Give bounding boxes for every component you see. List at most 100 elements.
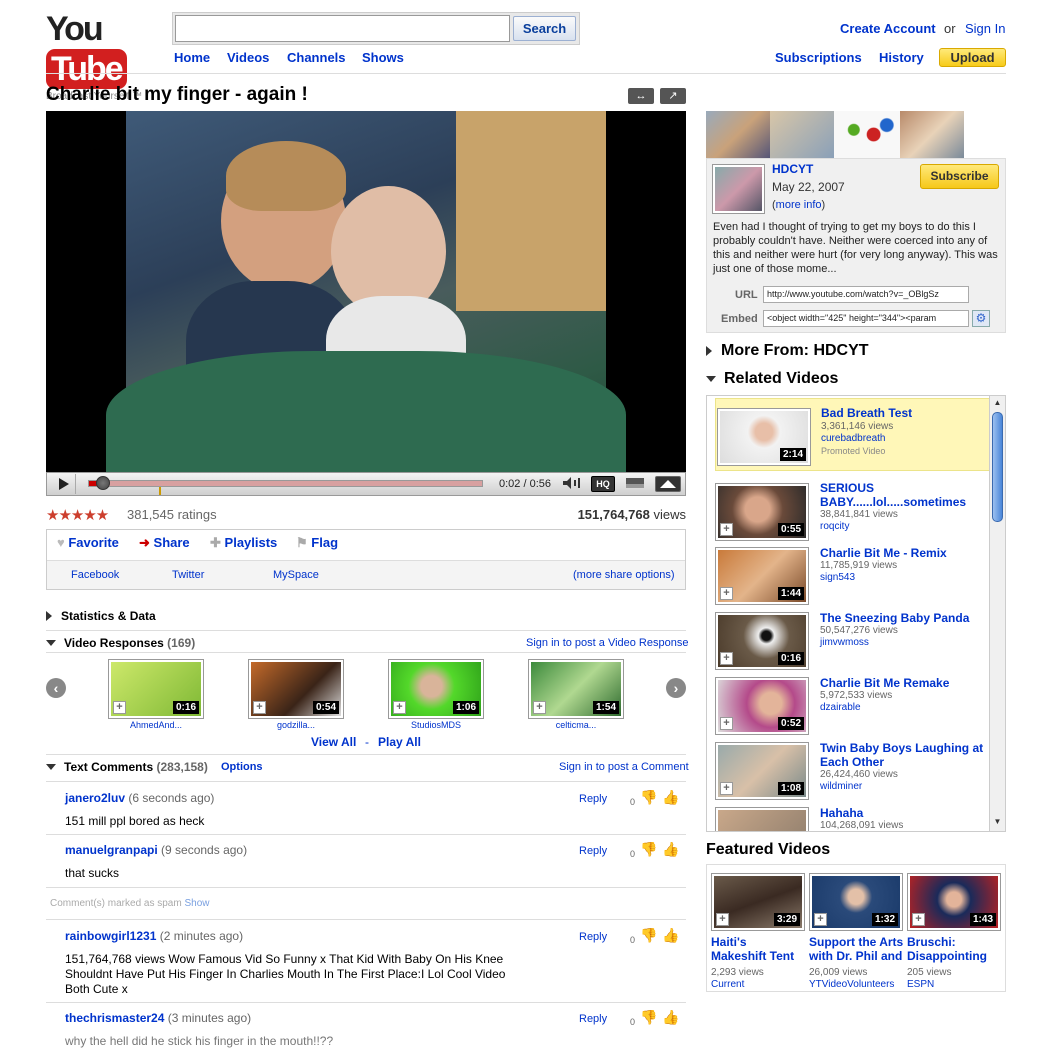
popout-button[interactable]: ↗	[660, 88, 686, 104]
add-to-queue-icon[interactable]: +	[814, 913, 827, 926]
response-thumbnail[interactable]: +1:06	[388, 659, 484, 719]
progress-scrubber[interactable]	[96, 476, 110, 490]
thumbs-up-icon[interactable]: 👍	[662, 841, 679, 858]
response-user[interactable]: godzilla...	[248, 720, 344, 730]
add-to-queue-icon[interactable]: +	[393, 701, 406, 714]
related-thumbnail[interactable]: +1:44	[715, 547, 809, 605]
comment-user[interactable]: rainbowgirl1231 (2 minutes ago)	[65, 929, 243, 943]
share-button[interactable]: ➜ Share	[139, 535, 190, 551]
nav-videos[interactable]: Videos	[227, 50, 269, 65]
comment-user[interactable]: janero2luv (6 seconds ago)	[65, 791, 214, 805]
comment-username[interactable]: janero2luv	[65, 791, 125, 805]
playlists-button[interactable]: ✚ Playlists	[210, 535, 277, 551]
embed-field[interactable]: <object width="425" height="344"><param	[763, 310, 969, 327]
more-share-options[interactable]: (more share options)	[573, 569, 675, 581]
related-videos-list[interactable]: 2:14 Bad Breath Test 3,361,146 views cur…	[706, 395, 1006, 832]
youtube-logo[interactable]: YouTube Broadcast Yourself ™	[46, 10, 146, 102]
nav-channels[interactable]: Channels	[287, 50, 346, 65]
response-user[interactable]: celticma...	[528, 720, 624, 730]
create-account-link[interactable]: Create Account	[840, 21, 936, 36]
subscribe-button[interactable]: Subscribe	[920, 164, 999, 189]
favorite-button[interactable]: ♥ Favorite	[57, 535, 119, 550]
related-title[interactable]: Charlie Bit Me - Remix	[820, 546, 980, 560]
sign-in-link[interactable]: Sign In	[965, 21, 1005, 36]
featured-user[interactable]: YTVideoVolunteers	[809, 979, 894, 991]
related-user[interactable]: wildminer	[820, 781, 862, 793]
add-to-queue-icon[interactable]: +	[253, 701, 266, 714]
related-thumbnail[interactable]: 2:14	[717, 408, 811, 466]
thumbs-up-icon[interactable]: 👍	[662, 1009, 679, 1026]
comment-user[interactable]: thechrismaster24 (3 minutes ago)	[65, 1011, 251, 1025]
featured-user[interactable]: ESPN	[907, 979, 934, 991]
related-title[interactable]: The Sneezing Baby Panda	[820, 611, 980, 625]
share-facebook[interactable]: Facebook	[71, 569, 119, 581]
channel-avatar[interactable]	[712, 164, 765, 214]
flag-button[interactable]: ⚑ Flag	[296, 535, 338, 551]
widescreen-toggle[interactable]: ↔	[628, 88, 654, 104]
response-thumbnail[interactable]: +0:16	[108, 659, 204, 719]
add-to-queue-icon[interactable]: +	[533, 701, 546, 714]
related-title[interactable]: SERIOUS BABY......lol.....sometimes	[820, 481, 980, 509]
statistics-toggle[interactable]: Statistics & Data	[46, 609, 156, 623]
channel-banner[interactable]	[706, 111, 964, 158]
widescreen-button[interactable]	[623, 476, 647, 492]
featured-title[interactable]: Support the Arts with Dr. Phil and	[809, 935, 905, 963]
channel-name[interactable]: HDCYT	[772, 162, 813, 176]
thumbs-down-icon[interactable]: 👎	[640, 927, 657, 944]
add-to-queue-icon[interactable]: +	[716, 913, 729, 926]
comment-user[interactable]: manuelgranpapi (9 seconds ago)	[65, 843, 247, 857]
reply-link[interactable]: Reply	[579, 793, 607, 805]
scroll-up-icon[interactable]: ▲	[992, 398, 1003, 408]
post-comment-link[interactable]: Sign in to post a Comment	[559, 761, 689, 773]
related-thumbnail[interactable]: +0:55	[715, 483, 809, 541]
thumbs-down-icon[interactable]: 👎	[640, 841, 657, 858]
share-myspace[interactable]: MySpace	[273, 569, 319, 581]
video-player[interactable]	[46, 111, 686, 472]
related-videos-toggle[interactable]: Related Videos	[706, 370, 838, 388]
show-spam-link[interactable]: Show	[184, 898, 209, 909]
add-to-queue-icon[interactable]: +	[720, 782, 733, 795]
scrollbar-thumb[interactable]	[992, 412, 1003, 522]
related-thumbnail[interactable]	[715, 807, 809, 831]
play-button[interactable]	[50, 474, 76, 494]
url-field[interactable]: http://www.youtube.com/watch?v=_OBlgSz	[763, 286, 969, 303]
add-to-queue-icon[interactable]: +	[912, 913, 925, 926]
fullscreen-button[interactable]	[655, 476, 681, 492]
related-title[interactable]: Hahaha	[820, 806, 980, 820]
related-thumbnail[interactable]: +0:52	[715, 677, 809, 735]
reply-link[interactable]: Reply	[579, 845, 607, 857]
responses-next-button[interactable]: ›	[666, 678, 686, 698]
related-user[interactable]: jimvwmoss	[820, 637, 869, 649]
response-thumbnail[interactable]: +1:54	[528, 659, 624, 719]
add-to-queue-icon[interactable]: +	[720, 523, 733, 536]
thumbs-down-icon[interactable]: 👎	[640, 789, 657, 806]
search-button[interactable]: Search	[513, 16, 576, 41]
related-title[interactable]: Twin Baby Boys Laughing at Each Other	[820, 741, 985, 769]
thumbs-down-icon[interactable]: 👎	[640, 1009, 657, 1026]
share-twitter[interactable]: Twitter	[172, 569, 204, 581]
comment-username[interactable]: manuelgranpapi	[65, 843, 158, 857]
related-user[interactable]: sign543	[820, 572, 855, 584]
featured-title[interactable]: Bruschi: Disappointing	[907, 935, 1003, 963]
history-link[interactable]: History	[879, 50, 924, 65]
add-to-queue-icon[interactable]: +	[720, 652, 733, 665]
rating-stars[interactable]: ★★★★★	[46, 506, 109, 524]
upload-button[interactable]: Upload	[939, 48, 1006, 67]
comment-username[interactable]: rainbowgirl1231	[65, 929, 156, 943]
related-user[interactable]: roqcity	[820, 521, 849, 533]
scroll-down-icon[interactable]: ▼	[992, 817, 1003, 827]
featured-thumbnail[interactable]: +1:43	[907, 873, 1001, 931]
featured-thumbnail[interactable]: +1:32	[809, 873, 903, 931]
subscriptions-link[interactable]: Subscriptions	[775, 50, 862, 65]
nav-home[interactable]: Home	[174, 50, 210, 65]
volume-button[interactable]	[560, 476, 584, 492]
text-comments-toggle[interactable]: Text Comments (283,158)	[46, 760, 208, 774]
progress-bar[interactable]	[88, 480, 483, 487]
response-user[interactable]: StudiosMDS	[388, 720, 484, 730]
reply-link[interactable]: Reply	[579, 931, 607, 943]
more-from-toggle[interactable]: More From: HDCYT	[706, 342, 869, 360]
related-user[interactable]: curebadbreath	[821, 433, 886, 445]
responses-prev-button[interactable]: ‹	[46, 678, 66, 698]
add-to-queue-icon[interactable]: +	[113, 701, 126, 714]
featured-thumbnail[interactable]: +3:29	[711, 873, 805, 931]
